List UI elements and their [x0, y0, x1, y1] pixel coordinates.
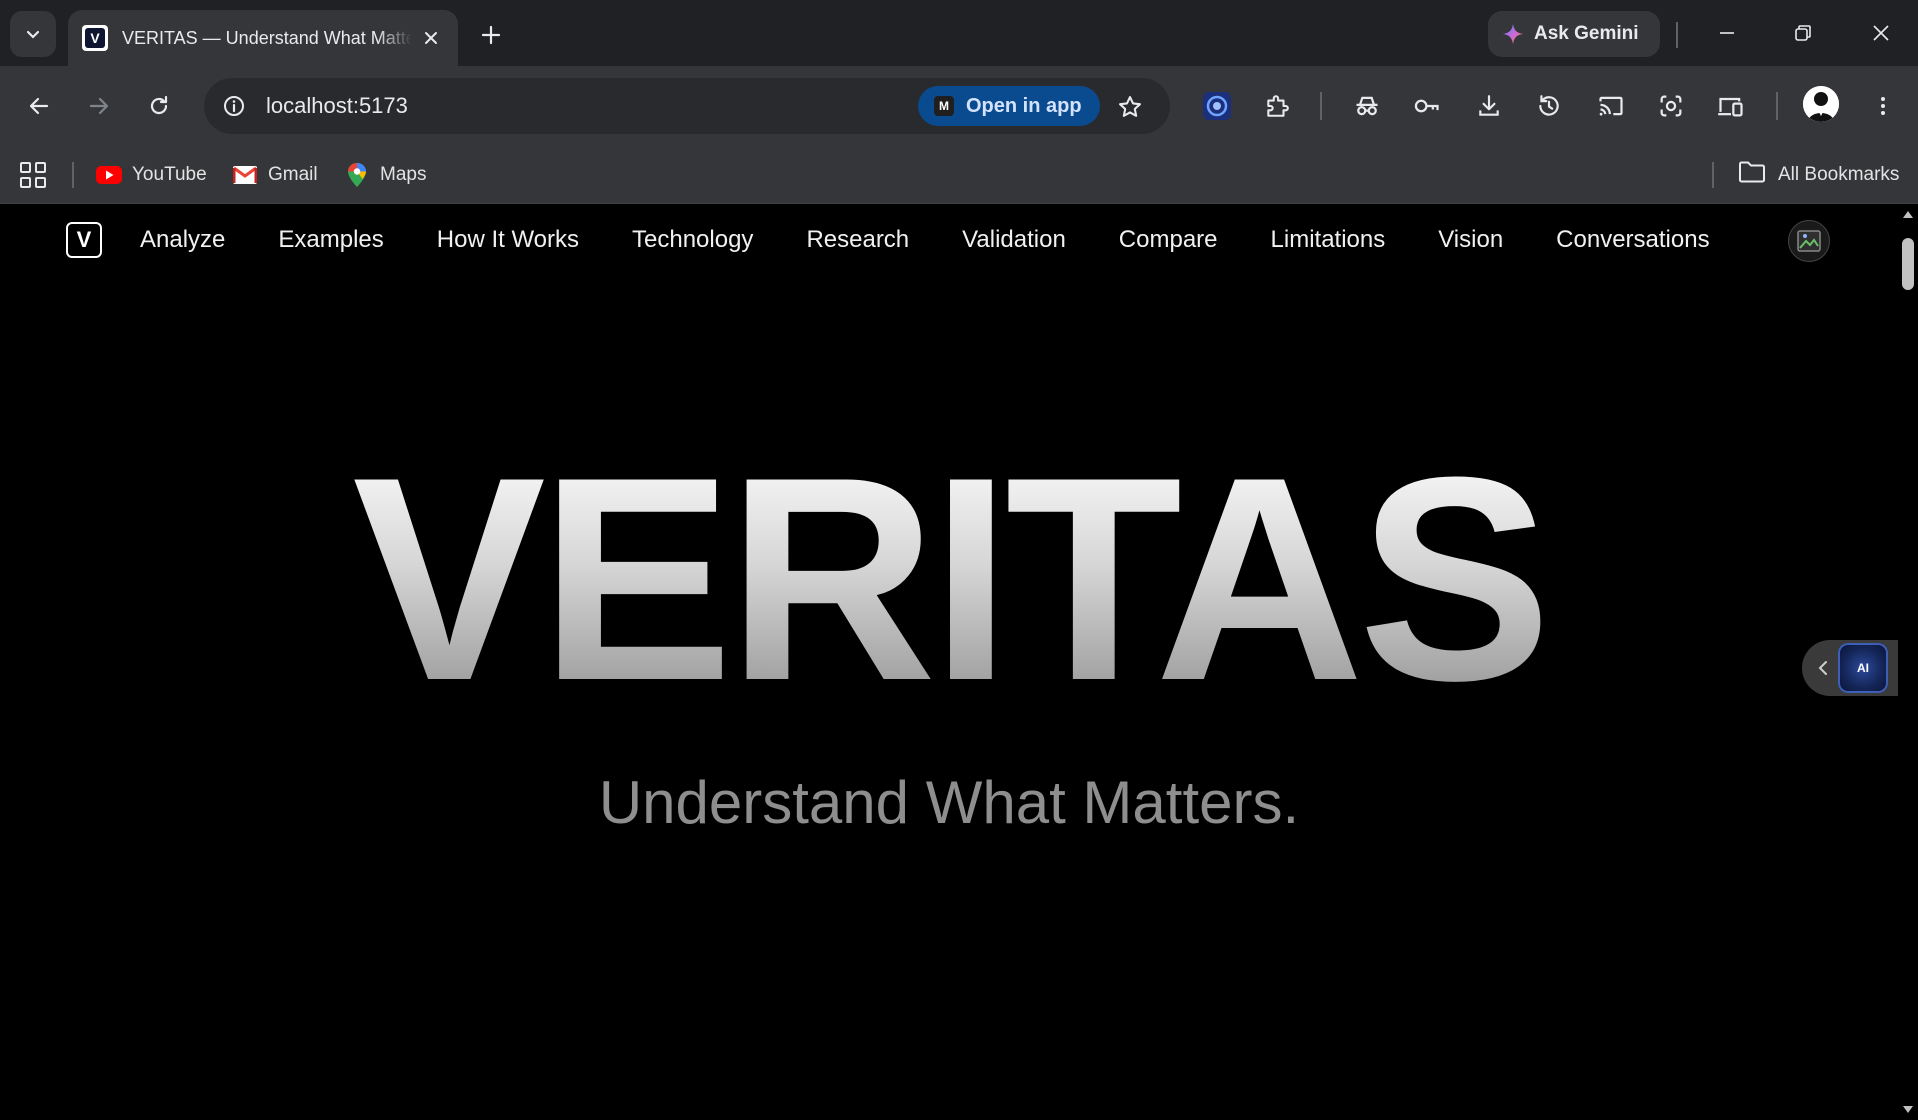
nav-link-examples[interactable]: Examples [278, 226, 383, 254]
ai-extension-icon [1203, 92, 1231, 120]
folder-icon [1738, 160, 1766, 190]
gmail-icon [232, 164, 258, 186]
nav-link-limitations[interactable]: Limitations [1271, 226, 1386, 254]
browser-toolbar: localhost:5173 M Open in app [0, 66, 1918, 146]
puzzle-icon [1267, 95, 1289, 117]
arrow-left-icon [29, 97, 49, 115]
nav-link-vision[interactable]: Vision [1438, 226, 1503, 254]
google-lens-button[interactable] [1650, 85, 1692, 127]
arrow-right-icon [89, 97, 109, 115]
tab-search-button[interactable] [10, 11, 56, 57]
apps-button[interactable] [18, 160, 48, 190]
more-vertical-icon [1881, 97, 1885, 115]
scroll-up-arrow[interactable] [1902, 208, 1914, 220]
nav-link-research[interactable]: Research [806, 226, 909, 254]
plus-icon [481, 25, 501, 45]
close-window-button[interactable] [1858, 13, 1904, 53]
devices-button[interactable] [1710, 85, 1752, 127]
chrome-menu-button[interactable] [1862, 85, 1904, 127]
bookmark-star-button[interactable] [1110, 87, 1150, 127]
chevron-down-icon [26, 30, 40, 39]
all-bookmarks-button[interactable]: All Bookmarks [1738, 158, 1899, 192]
ai-extension-button[interactable] [1196, 85, 1238, 127]
extensions-button[interactable] [1256, 85, 1298, 127]
devices-icon [1718, 97, 1743, 117]
restore-icon [1795, 25, 1811, 41]
info-icon [224, 96, 244, 116]
bookmarks-separator [72, 162, 74, 188]
site-nav-links: Analyze Examples How It Works Technology… [140, 204, 1763, 276]
open-in-app-button[interactable]: M Open in app [918, 86, 1100, 126]
history-icon [1539, 95, 1559, 116]
reload-button[interactable] [138, 85, 180, 127]
reload-icon [150, 95, 168, 115]
triangle-up-icon [1903, 211, 1913, 218]
address-bar[interactable]: localhost:5173 M Open in app [204, 78, 1170, 134]
bookmarks-separator [1712, 162, 1714, 188]
maps-icon [344, 163, 370, 187]
download-icon [1479, 95, 1499, 116]
passwords-button[interactable] [1406, 85, 1448, 127]
broken-image-icon [1797, 230, 1821, 252]
site-info-button[interactable] [216, 88, 252, 124]
bookmark-maps[interactable]: Maps [344, 158, 426, 192]
veritas-favicon-icon: V [82, 25, 108, 51]
tab-close-button[interactable] [418, 25, 444, 51]
close-icon [425, 32, 437, 44]
bookmark-youtube[interactable]: YouTube [96, 158, 207, 192]
toolbar-separator [1676, 22, 1678, 48]
veritas-logo[interactable]: V [66, 222, 102, 258]
incognito-button[interactable] [1346, 85, 1388, 127]
chevron-left-icon [1818, 661, 1827, 675]
history-button[interactable] [1528, 85, 1570, 127]
hero-title: VERITAS [0, 434, 1898, 724]
close-icon [1873, 25, 1889, 41]
ai-assistant-toggle[interactable]: AI [1802, 640, 1898, 696]
web-page: V Analyze Examples How It Works Technolo… [0, 204, 1898, 1120]
minimize-button[interactable] [1704, 13, 1750, 53]
browser-tab-active[interactable]: V VERITAS — Understand What Matters [68, 10, 458, 66]
minimize-icon [1720, 32, 1734, 34]
nav-link-how-it-works[interactable]: How It Works [437, 226, 579, 254]
ask-gemini-button[interactable]: Ask Gemini [1488, 11, 1660, 57]
nav-link-conversations[interactable]: Conversations [1556, 226, 1709, 254]
cast-icon [1599, 96, 1623, 116]
star-icon [1119, 96, 1141, 117]
triangle-down-icon [1903, 1106, 1913, 1113]
profile-avatar-icon [1803, 86, 1839, 122]
forward-button[interactable] [78, 85, 120, 127]
bookmark-gmail[interactable]: Gmail [232, 158, 318, 192]
hero-subtitle: Understand What Matters. [598, 769, 1300, 836]
ai-assistant-icon: AI [1838, 643, 1888, 693]
tab-title: VERITAS — Understand What Matters [122, 27, 412, 48]
key-icon [1414, 99, 1439, 113]
apps-grid-icon [20, 162, 46, 188]
youtube-icon [96, 164, 122, 186]
downloads-button[interactable] [1468, 85, 1510, 127]
url-text: localhost:5173 [266, 93, 408, 118]
toolbar-separator [1320, 92, 1322, 120]
browser-titlebar: V VERITAS — Understand What Matters Ask … [0, 0, 1918, 66]
incognito-icon [1356, 96, 1378, 116]
app-badge-icon: M [934, 96, 954, 116]
profile-avatar-button[interactable] [1803, 86, 1839, 122]
back-button[interactable] [18, 85, 60, 127]
nav-link-technology[interactable]: Technology [632, 226, 753, 254]
restore-button[interactable] [1780, 13, 1826, 53]
page-scrollbar[interactable] [1898, 204, 1918, 1120]
user-avatar-button[interactable] [1788, 220, 1830, 262]
scroll-down-arrow[interactable] [1902, 1104, 1914, 1116]
nav-link-validation[interactable]: Validation [962, 226, 1066, 254]
site-navbar: V Analyze Examples How It Works Technolo… [0, 204, 1898, 276]
nav-link-compare[interactable]: Compare [1119, 226, 1218, 254]
toolbar-separator [1776, 92, 1778, 120]
gemini-sparkle-icon [1502, 23, 1524, 45]
new-tab-button[interactable] [472, 16, 510, 54]
lens-icon [1660, 95, 1682, 117]
scrollbar-thumb[interactable] [1902, 238, 1914, 290]
nav-link-analyze[interactable]: Analyze [140, 226, 225, 254]
cast-button[interactable] [1590, 85, 1632, 127]
bookmarks-bar: YouTube Gmail Maps All Bookmarks [0, 146, 1918, 204]
